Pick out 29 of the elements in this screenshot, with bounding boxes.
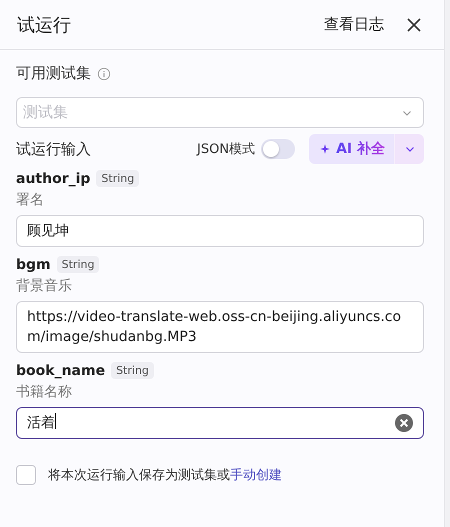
- type-tag: String: [96, 170, 140, 187]
- clear-icon: [395, 414, 413, 432]
- close-button[interactable]: [406, 16, 422, 32]
- select-placeholder: 测试集: [23, 103, 68, 122]
- param-name: book_name: [16, 362, 106, 378]
- input-field[interactable]: https://video-translate-web.oss-cn-beijing.aliyuncs.com/image/shudanbg.MP3: [16, 301, 424, 353]
- param-description: 背景音乐: [16, 277, 73, 295]
- section-label: 可用测试集: [16, 64, 91, 83]
- toggle-label: JSON模式: [197, 141, 256, 158]
- ai-complete-button[interactable]: AI 补全: [309, 134, 394, 164]
- dropdown-button[interactable]: [394, 134, 424, 164]
- save-text: 将本次运行输入保存为测试集或手动创建: [48, 467, 282, 484]
- type-tag: String: [56, 256, 100, 273]
- input-field[interactable]: 顾见坤: [16, 215, 424, 247]
- param-description: 书籍名称: [16, 383, 73, 401]
- close-icon: [406, 16, 422, 32]
- json-mode-toggle[interactable]: [261, 139, 296, 159]
- param-name: bgm: [16, 256, 51, 272]
- param-description: 署名: [16, 191, 45, 209]
- param-name: author_ip: [16, 170, 90, 186]
- sparkle-icon: [319, 143, 332, 155]
- checkbox[interactable]: [16, 465, 36, 485]
- panel-title: 试运行: [17, 14, 71, 36]
- input-field[interactable]: 活着: [16, 407, 424, 439]
- type-tag: String: [111, 362, 154, 379]
- info-icon: [97, 66, 111, 80]
- view-log-link[interactable]: 查看日志: [324, 15, 384, 34]
- section-label: 试运行输入: [16, 140, 91, 158]
- manual-create-link[interactable]: 手动创建: [230, 468, 282, 483]
